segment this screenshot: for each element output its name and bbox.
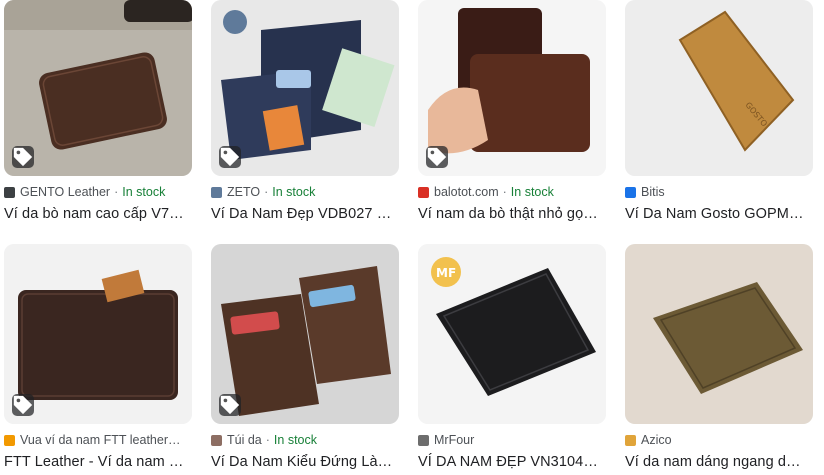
merchant-favicon-icon: [211, 186, 222, 198]
merchant-favicon-icon: [625, 434, 636, 446]
merchant-favicon-icon: [625, 186, 636, 198]
wallet-photo: GOSTO: [625, 0, 813, 176]
stock-status: In stock: [273, 433, 317, 447]
wallet-photo: MF: [418, 244, 606, 424]
product-card[interactable]: GENTO Leather · In stock Ví da bò nam ca…: [4, 0, 192, 224]
merchant-line[interactable]: Vua ví da nam FTT leather…: [4, 432, 192, 448]
tag-icon: [219, 394, 241, 416]
product-image[interactable]: [625, 244, 813, 424]
merchant-line[interactable]: GENTO Leather · In stock: [4, 184, 192, 200]
product-card[interactable]: Túi da · In stock Ví Da Nam Kiểu Đứng Là…: [211, 244, 399, 472]
product-card[interactable]: balotot.com · In stock Ví nam da bò thật…: [418, 0, 606, 224]
merchant-favicon-icon: [418, 186, 429, 198]
merchant-favicon-icon: [4, 186, 15, 198]
tag-icon: [12, 146, 34, 168]
merchant-favicon-icon: [418, 434, 429, 446]
merchant-line[interactable]: Túi da · In stock: [211, 432, 399, 448]
tag-icon: [219, 146, 241, 168]
merchant-name: Bitis: [641, 185, 665, 199]
merchant-favicon-icon: [4, 434, 15, 446]
product-image[interactable]: [211, 244, 399, 424]
product-title[interactable]: Ví da nam dáng ngang d…: [625, 452, 813, 472]
product-image[interactable]: [418, 0, 606, 176]
merchant-line[interactable]: Azico: [625, 432, 813, 448]
svg-text:MF: MF: [436, 266, 456, 280]
merchant-name: ZETO: [227, 185, 261, 199]
wallet-photo: [625, 244, 813, 424]
tag-icon: [426, 146, 448, 168]
merchant-name: Azico: [641, 433, 672, 447]
separator: ·: [502, 185, 507, 199]
merchant-name: GENTO Leather: [20, 185, 111, 199]
product-card[interactable]: MF MrFour VÍ DA NAM ĐẸP VN3104…: [418, 244, 606, 472]
product-card[interactable]: GOSTO Bitis Ví Da Nam Gosto GOPM…: [625, 0, 813, 224]
product-title[interactable]: FTT Leather - Ví da nam …: [4, 452, 192, 472]
separator: ·: [264, 185, 269, 199]
product-card[interactable]: Azico Ví da nam dáng ngang d…: [625, 244, 813, 472]
merchant-name: Túi da: [227, 433, 262, 447]
stock-status: In stock: [272, 185, 316, 199]
merchant-line[interactable]: MrFour: [418, 432, 606, 448]
product-title[interactable]: Ví Da Nam Kiểu Đứng Làm …: [211, 452, 399, 472]
product-title[interactable]: Ví nam da bò thật nhỏ gọ…: [418, 204, 606, 224]
tag-icon: [12, 394, 34, 416]
product-title[interactable]: Ví Da Nam Gosto GOPM…: [625, 204, 813, 224]
stock-status: In stock: [510, 185, 554, 199]
product-card[interactable]: ZETO · In stock Ví Da Nam Đẹp VDB027 …: [211, 0, 399, 224]
merchant-name: balotot.com: [434, 185, 499, 199]
merchant-line[interactable]: Bitis: [625, 184, 813, 200]
merchant-name: Vua ví da nam FTT leather…: [20, 433, 181, 447]
merchant-line[interactable]: balotot.com · In stock: [418, 184, 606, 200]
merchant-name: MrFour: [434, 433, 475, 447]
separator: ·: [114, 185, 119, 199]
product-image[interactable]: MF: [418, 244, 606, 424]
separator: ·: [265, 433, 270, 447]
product-image[interactable]: GOSTO: [625, 0, 813, 176]
product-image[interactable]: [211, 0, 399, 176]
stock-status: In stock: [122, 185, 166, 199]
product-title[interactable]: Ví da bò nam cao cấp V7…: [4, 204, 192, 224]
product-image[interactable]: [4, 244, 192, 424]
product-card[interactable]: Vua ví da nam FTT leather… FTT Leather -…: [4, 244, 192, 472]
merchant-line[interactable]: ZETO · In stock: [211, 184, 399, 200]
merchant-favicon-icon: [211, 434, 222, 446]
product-title[interactable]: Ví Da Nam Đẹp VDB027 …: [211, 204, 399, 224]
product-image[interactable]: [4, 0, 192, 176]
product-title[interactable]: VÍ DA NAM ĐẸP VN3104…: [418, 452, 606, 472]
